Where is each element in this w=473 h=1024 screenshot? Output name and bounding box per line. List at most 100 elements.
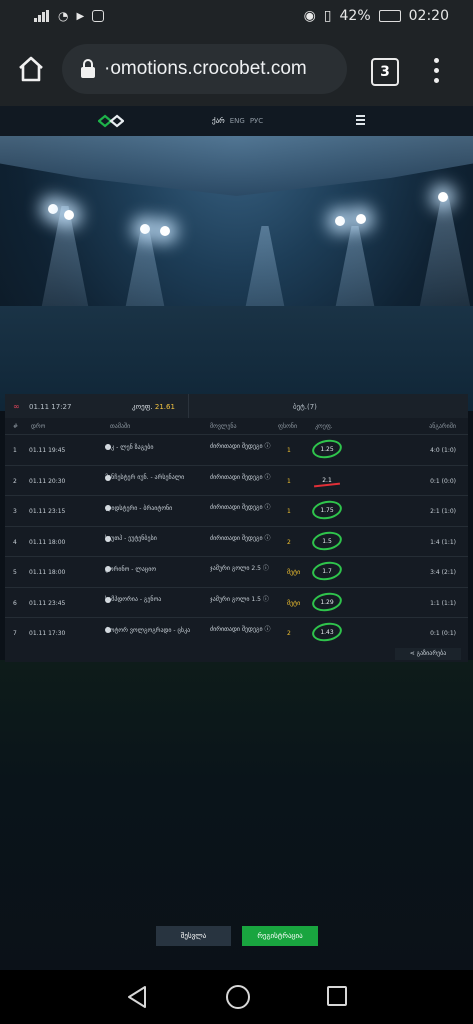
row-teams: მანჩესტერ იუნ. - არსენალი (105, 474, 205, 481)
col-date[interactable]: დრო (31, 423, 45, 430)
row-market: ძირითადი შედეგი ⓘ (210, 473, 271, 481)
play-icon: ▶ (76, 10, 85, 22)
coef-label: კოეფ. (132, 403, 153, 411)
stadium-background (0, 136, 473, 411)
table-row: 5 01.11 18:00 ტორინო - ლაციო ჯამური გოლი 2.… (5, 556, 468, 587)
row-teams: ლიდსტერი - ბრაიტონი (105, 504, 205, 512)
address-bar[interactable]: ·omotions.crocobet.com (62, 44, 347, 94)
crocobet-logo-icon[interactable] (98, 113, 124, 129)
row-num: 7 (13, 630, 17, 637)
lang-option[interactable]: РУС (250, 117, 263, 125)
row-market: ჯამური გოლი 1.5 ⓘ (210, 595, 269, 603)
row-result: 0:1 (0:1) (430, 630, 456, 637)
row-teams: ტორინო - ლაციო (105, 565, 205, 573)
odd-value: 1.75 (320, 507, 334, 514)
ticket-header: ∞ 01.11 17:27 კოეფ. 21.61 ბეტ.(7) (5, 394, 468, 418)
row-date: 01.11 23:45 (29, 599, 66, 607)
wifi-icon: ◔ (58, 9, 69, 23)
odd-value: 1.25 (320, 446, 334, 453)
row-date: 01.11 18:00 (29, 569, 66, 576)
odd-value: 2.1 (322, 476, 332, 484)
row-num: 5 (13, 569, 17, 576)
vibrate-icon: ▯ (323, 8, 332, 24)
row-teams: სამპდორია - გენოა (105, 596, 205, 603)
bets-count: ბეტ.(7) (293, 403, 317, 411)
teams-label: საუთჰ - ეუტენბესი (105, 535, 157, 542)
row-odd: 1.43 (310, 620, 344, 644)
teams-label: მანჩესტერ იუნ. - არსენალი (105, 474, 185, 481)
lang-option[interactable]: ENG (230, 117, 245, 125)
odd-value: 1.43 (320, 629, 334, 636)
coef-value: 21.61 (154, 403, 175, 411)
row-teams: როტორ ვოლგოგრადი - ცსკა (105, 627, 205, 634)
odd-value: 1.5 (322, 537, 332, 545)
recents-icon[interactable] (327, 986, 347, 1006)
clock: 02:20 (408, 8, 449, 24)
teams-label: ლიდსტერი - ბრაიტონი (105, 504, 173, 512)
col-pick: ფსონი (278, 423, 298, 430)
table-row: 3 01.11 23:15 ლიდსტერი - ბრაიტონი ძირითადი … (5, 495, 468, 526)
table-row: 4 01.11 18:00 საუთჰ - ეუტენბესი ძირითადი შე… (5, 525, 468, 557)
infinity-icon: ∞ (13, 402, 20, 411)
row-date: 01.11 23:15 (29, 508, 66, 515)
col-market: მოვლენა (210, 423, 237, 430)
row-odd: 1.75 (310, 498, 344, 522)
login-button[interactable]: შესვლა (156, 926, 231, 946)
menu-icon[interactable] (356, 115, 365, 125)
row-num: 2 (13, 477, 17, 485)
battery-percent: 42% (339, 8, 371, 24)
eye-icon: ◉ (303, 8, 316, 24)
teams-label: სამპდორია - გენოა (105, 596, 162, 603)
table-row: 1 01.11 19:45 აიკ - ლენ ზაგები ძირითადი შედ… (5, 434, 468, 465)
home-circle-icon[interactable] (226, 985, 250, 1009)
tab-switcher-button[interactable]: 3 (371, 58, 399, 86)
row-pick: 2 (287, 538, 291, 546)
row-odd: 1.5 (310, 529, 344, 552)
row-market: ძირითადი შედეგი ⓘ (210, 534, 271, 542)
row-market: ძირითადი შედეგი ⓘ (210, 626, 271, 633)
ticket-datetime: 01.11 17:27 (29, 403, 72, 411)
row-date: 01.11 17:30 (29, 630, 66, 637)
col-odd: კოეფ. (315, 423, 333, 430)
table-header: # დრო თამაში მოვლენა ფსონი კოეფ. ანგარიშ… (5, 418, 468, 434)
row-pick: მეტი (287, 569, 301, 576)
row-date: 01.11 19:45 (29, 447, 66, 454)
row-num: 1 (13, 447, 17, 454)
teams-label: აიკ - ლენ ზაგები (105, 443, 154, 451)
back-icon[interactable] (126, 985, 148, 1009)
language-switcher: ქარ ENG РУС (212, 117, 263, 125)
row-teams: საუთჰ - ეუტენბესი (105, 535, 205, 542)
col-result: ანგარიში (429, 423, 456, 430)
share-icon: ⋖ (409, 650, 415, 657)
row-result: 1:1 (1:1) (430, 599, 456, 607)
table-row: 6 01.11 23:45 სამპდორია - გენოა ჯამური გოლი… (5, 586, 468, 618)
row-pick: 1 (287, 447, 291, 454)
odd-value: 1.29 (320, 598, 334, 606)
row-pick: 2 (287, 630, 291, 637)
share-button[interactable]: ⋖ გაზიარება (395, 648, 461, 660)
url-text: ·omotions.crocobet.com (104, 58, 307, 79)
row-num: 6 (13, 599, 17, 607)
more-options-icon[interactable] (428, 56, 444, 84)
instagram-icon (92, 10, 105, 22)
register-button[interactable]: რეგისტრაცია (242, 926, 318, 946)
bet-ticket: ∞ 01.11 17:27 კოეფ. 21.61 ბეტ.(7) # დრო … (5, 394, 468, 662)
row-odd: 2.1 (312, 471, 342, 489)
row-pick: მეტი (287, 599, 301, 607)
row-result: 0:1 (0:0) (430, 477, 456, 485)
row-odd: 1.25 (310, 437, 344, 461)
row-date: 01.11 20:30 (29, 477, 66, 485)
row-market: ძირითადი შედეგი ⓘ (210, 443, 271, 450)
row-date: 01.11 18:00 (29, 538, 66, 546)
row-num: 4 (13, 538, 17, 546)
table-row: 7 01.11 17:30 როტორ ვოლგოგრადი - ცსკა ძირით… (5, 617, 468, 648)
row-pick: 1 (287, 508, 291, 515)
lang-option[interactable]: ქარ (212, 117, 225, 125)
row-result: 2:1 (1:0) (430, 508, 456, 515)
col-num: # (13, 423, 19, 430)
row-market: ძირითადი შედეგი ⓘ (210, 504, 271, 511)
home-icon[interactable] (16, 54, 46, 84)
teams-label: ტორინო - ლაციო (105, 565, 157, 573)
row-odd: 1.7 (310, 559, 344, 583)
row-odd: 1.29 (310, 590, 344, 613)
